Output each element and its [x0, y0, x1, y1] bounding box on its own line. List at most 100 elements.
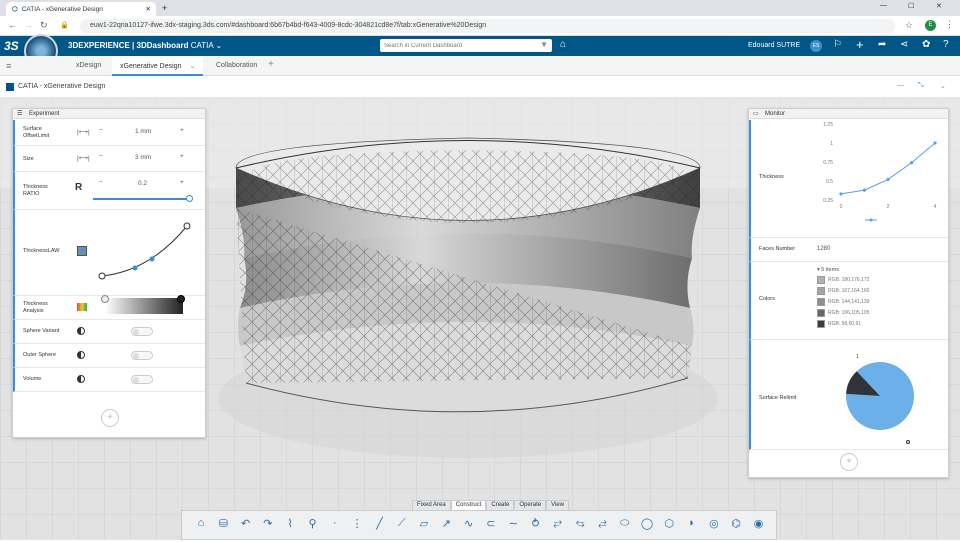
spline-icon[interactable]: ∼: [506, 516, 520, 530]
help-icon[interactable]: ?: [943, 39, 949, 50]
analysis-gradient-bar[interactable]: [105, 298, 183, 314]
twist2-icon[interactable]: ⥂: [551, 516, 565, 530]
share-icon[interactable]: ⚐: [833, 39, 842, 50]
spiral-icon[interactable]: ◉: [752, 516, 766, 530]
app-chevron-icon[interactable]: ⌄: [940, 82, 946, 90]
hamburger-icon[interactable]: ≡: [6, 61, 11, 71]
reload-icon[interactable]: ↻: [40, 20, 48, 31]
menu-dots-icon[interactable]: ⋮: [945, 19, 954, 30]
profile-avatar[interactable]: E: [925, 20, 936, 31]
apps-icon[interactable]: ✿: [922, 39, 930, 50]
back-icon[interactable]: ←: [8, 20, 17, 30]
ratio-slider[interactable]: [93, 195, 193, 202]
thickness-ratio-value[interactable]: 0.2: [138, 180, 147, 187]
volume-toggle[interactable]: [131, 375, 153, 384]
database-icon[interactable]: ⛁: [216, 516, 230, 530]
ratio-decrement-button[interactable]: −: [99, 179, 103, 186]
torus-icon[interactable]: ◎: [707, 516, 721, 530]
circle-icon[interactable]: ◯: [640, 516, 654, 530]
surface-relimit-row: Surface Relimit 1: [749, 340, 948, 450]
search-box[interactable]: ▼: [380, 39, 552, 52]
close-window-icon[interactable]: ✕: [936, 2, 942, 10]
gradient-start-handle[interactable]: [101, 295, 109, 303]
minimize-icon[interactable]: —: [880, 2, 887, 9]
slash-icon[interactable]: ⟋: [395, 516, 409, 530]
user-name[interactable]: Edouard SUTRE: [748, 42, 800, 49]
hexagon-icon[interactable]: ⬡: [662, 516, 676, 530]
tab-create[interactable]: Create: [486, 500, 515, 510]
new-tab-icon[interactable]: +: [162, 3, 167, 13]
cone-icon[interactable]: ◗: [685, 516, 699, 530]
tab-chevron-icon[interactable]: ⌄: [189, 63, 195, 70]
wifi-icon[interactable]: ⌇: [283, 516, 297, 530]
forward-icon[interactable]: →: [24, 20, 33, 30]
app-title-row: CATIA - xGenerative Design — ⤡ ⌄: [0, 76, 960, 98]
arrow-icon[interactable]: ↗: [439, 516, 453, 530]
ratio-slider-handle[interactable]: [186, 195, 193, 202]
faces-number-label: Faces Number: [759, 246, 796, 252]
arc-icon[interactable]: ⊂: [484, 516, 498, 530]
sphere-variant-toggle[interactable]: [131, 327, 153, 336]
tag-icon[interactable]: ⌂: [560, 39, 566, 50]
tab-xdesign[interactable]: xDesign: [76, 62, 101, 69]
thickness-series-line: [840, 142, 936, 195]
increment-button[interactable]: +: [180, 127, 184, 134]
tab-operate[interactable]: Operate: [514, 500, 547, 510]
tab-construct[interactable]: Construct: [450, 500, 487, 510]
analysis-icon: [77, 303, 87, 311]
tab-view[interactable]: View: [546, 500, 569, 510]
point-icon[interactable]: ·: [328, 516, 342, 530]
star-icon[interactable]: ☆: [905, 20, 913, 31]
browser-tab[interactable]: ⬡ CATIA - xGenerative Design ✕: [6, 2, 156, 16]
color-value: RGB: 106,105,105: [828, 310, 870, 316]
filter-icon[interactable]: ▼: [540, 40, 548, 49]
maximize-icon[interactable]: ☐: [908, 2, 914, 10]
size-decrement-button[interactable]: −: [99, 153, 103, 160]
grid-icon[interactable]: ⋮: [350, 516, 364, 530]
user-avatar[interactable]: ES: [810, 40, 822, 52]
size-increment-button[interactable]: +: [180, 153, 184, 160]
spring-icon[interactable]: ⌬: [729, 516, 743, 530]
tree-icon[interactable]: ⚲: [306, 516, 320, 530]
add-monitor-button[interactable]: +: [840, 453, 858, 471]
generative-ring-mesh[interactable]: [235, 137, 701, 413]
home-icon[interactable]: ⌂: [194, 516, 208, 530]
tab-close-icon[interactable]: ✕: [146, 5, 151, 13]
tab-xgenerative-design[interactable]: xGenerative Design ⌄: [112, 56, 204, 76]
add-parameter-button[interactable]: +: [101, 409, 119, 427]
add-tab-icon[interactable]: +: [268, 59, 274, 70]
cylinder-icon[interactable]: ⬭: [618, 516, 632, 530]
add-icon[interactable]: +: [856, 37, 864, 52]
colors-label: Colors: [759, 296, 775, 302]
tab-collaboration[interactable]: Collaboration: [216, 62, 257, 69]
redo-icon[interactable]: ↷: [261, 516, 275, 530]
undo-icon[interactable]: ↶: [239, 516, 253, 530]
expand-icon[interactable]: ⤡: [918, 82, 924, 90]
y-tick-label: 0.75: [823, 160, 833, 166]
surface-offset-value[interactable]: 1 mm: [135, 128, 151, 135]
twist4-icon[interactable]: ⥄: [595, 516, 609, 530]
thickness-ratio-label: Thickness RATIO: [23, 184, 48, 197]
network-icon[interactable]: ⋖: [900, 39, 908, 50]
curve-icon[interactable]: ∿: [462, 516, 476, 530]
colors-count[interactable]: ▾ 5 items: [817, 267, 839, 273]
surface-relimit-label: Surface Relimit: [759, 395, 797, 401]
outer-sphere-toggle[interactable]: [131, 351, 153, 360]
chevron-down-icon[interactable]: ⌄: [213, 41, 222, 50]
gradient-end-handle[interactable]: [177, 295, 185, 303]
ds-logo-icon[interactable]: 3S: [4, 39, 19, 53]
law-curve-editor[interactable]: [95, 216, 195, 282]
tab-fixed-area[interactable]: Fixed Area: [412, 500, 451, 510]
twist-icon[interactable]: ⥁: [529, 516, 543, 530]
x-tick-label: 2: [887, 204, 890, 210]
size-value[interactable]: 3 mm: [135, 154, 151, 161]
url-field[interactable]: euw1-22qna10127-ifwe.3dx-staging.3ds.com…: [80, 19, 895, 33]
twist3-icon[interactable]: ⥃: [573, 516, 587, 530]
line-icon[interactable]: ╱: [372, 516, 386, 530]
plane-icon[interactable]: ▱: [417, 516, 431, 530]
search-input[interactable]: [380, 39, 530, 52]
forward-share-icon[interactable]: ➦: [878, 39, 886, 50]
decrement-button[interactable]: −: [99, 127, 103, 134]
ratio-increment-button[interactable]: +: [180, 179, 184, 186]
minimize-app-icon[interactable]: —: [897, 82, 904, 89]
